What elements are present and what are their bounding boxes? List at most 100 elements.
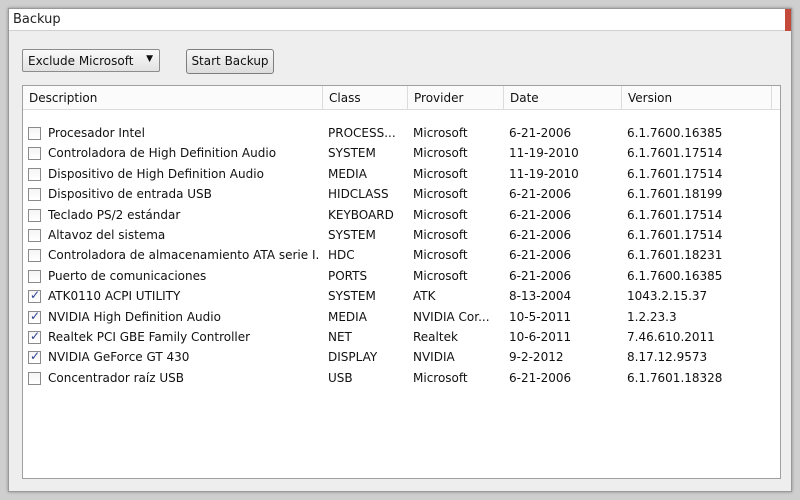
column-header-date[interactable]: Date [504, 86, 622, 110]
table-row[interactable]: Concentrador raíz USB USB Microsoft 6-21-20… [23, 369, 780, 389]
row-checkbox[interactable] [28, 269, 41, 283]
cell-provider: NVIDIA [413, 350, 455, 365]
table-row[interactable]: Controladora de almacenamiento ATA serie… [23, 246, 780, 266]
column-header-version[interactable]: Version [622, 86, 772, 110]
cell-class: SYSTEM [328, 289, 376, 304]
cell-date: 6-21-2006 [509, 248, 572, 263]
cell-description: ATK0110 ACPI UTILITY [48, 289, 181, 304]
row-checkbox[interactable]: ✓ [28, 288, 41, 304]
cell-version: 8.17.12.9573 [627, 350, 708, 365]
cell-provider: ATK [413, 289, 436, 304]
title-bar[interactable]: Backup [9, 9, 791, 31]
table-row[interactable]: ✓ Realtek PCI GBE Family Controller NET Rea… [23, 328, 780, 348]
cell-class: HDC [328, 248, 355, 263]
row-checkbox[interactable]: ✓ [28, 349, 41, 365]
table-row[interactable]: ✓ NVIDIA High Definition Audio MEDIA NVIDIA… [23, 308, 780, 328]
cell-description: Dispositivo de High Definition Audio [48, 166, 264, 181]
cell-description: Concentrador raíz USB [48, 370, 184, 385]
table-row[interactable]: ✓ ATK0110 ACPI UTILITY SYSTEM ATK 8-13-2004 1… [23, 287, 780, 307]
start-backup-button[interactable]: Start Backup [186, 49, 274, 74]
cell-version: 6.1.7600.16385 [627, 126, 723, 140]
cell-provider: Microsoft [413, 370, 468, 385]
close-button-edge[interactable] [785, 9, 791, 31]
cell-description: NVIDIA GeForce GT 430 [48, 350, 190, 365]
cell-date: 9-2-2012 [509, 350, 564, 365]
cell-class: USB [328, 370, 353, 385]
cell-class: PROCESS... [328, 126, 396, 140]
cell-date: 6-21-2006 [509, 227, 572, 242]
cell-class: NET [328, 329, 352, 344]
cell-description: Teclado PS/2 estándar [48, 207, 181, 222]
checkmark-icon: ✓ [30, 288, 41, 303]
cell-provider: Microsoft [413, 207, 468, 222]
cell-provider: Microsoft [413, 227, 468, 242]
cell-class: PORTS [328, 268, 368, 283]
row-checkbox[interactable] [28, 147, 41, 161]
table-row[interactable]: Altavoz del sistema SYSTEM Microsoft 6-21-2… [23, 226, 780, 246]
row-checkbox[interactable]: ✓ [28, 308, 41, 324]
cell-version: 6.1.7600.16385 [627, 268, 723, 283]
row-checkbox[interactable] [28, 127, 41, 140]
cell-provider: Realtek [413, 329, 458, 344]
row-checkbox[interactable] [28, 188, 41, 202]
backup-window: Backup Exclude Microsoft ▼ Start Backup … [8, 8, 792, 492]
cell-version: 6.1.7601.18231 [627, 248, 723, 263]
cell-version: 6.1.7601.17514 [627, 166, 723, 181]
cell-class: MEDIA [328, 309, 367, 324]
list-rows: Procesador Intel PROCESS... Microsoft 6-21-… [23, 124, 780, 389]
filter-dropdown-value: Exclude Microsoft [28, 54, 134, 68]
table-row[interactable]: Controladora de High Definition Audio SYS… [23, 144, 780, 164]
column-header-class[interactable]: Class [323, 86, 408, 110]
table-row[interactable]: Dispositivo de High Definition Audio MEDI… [23, 165, 780, 185]
cell-date: 10-6-2011 [509, 329, 572, 344]
column-header-description[interactable]: Description [23, 86, 323, 110]
chevron-down-icon: ▼ [146, 54, 153, 64]
column-header-provider[interactable]: Provider [408, 86, 504, 110]
cell-description: Dispositivo de entrada USB [48, 187, 212, 202]
table-row[interactable]: Teclado PS/2 estándar KEYBOARD Microsoft 6-… [23, 206, 780, 226]
cell-version: 1043.2.15.37 [627, 289, 708, 304]
cell-provider: Microsoft [413, 166, 468, 181]
cell-date: 6-21-2006 [509, 268, 572, 283]
driver-list[interactable]: Description Class Provider Date Version … [22, 85, 781, 479]
cell-provider: Microsoft [413, 187, 468, 202]
cell-class: SYSTEM [328, 227, 376, 242]
filter-dropdown[interactable]: Exclude Microsoft ▼ [22, 49, 160, 72]
table-row[interactable]: Dispositivo de entrada USB HIDCLASS Micros… [23, 185, 780, 205]
table-row[interactable]: Procesador Intel PROCESS... Microsoft 6-21-… [23, 124, 780, 144]
table-row[interactable]: ✓ NVIDIA GeForce GT 430 DISPLAY NVIDIA 9-2-2… [23, 348, 780, 368]
cell-version: 1.2.23.3 [627, 309, 677, 324]
cell-version: 6.1.7601.17514 [627, 207, 723, 222]
row-checkbox[interactable] [28, 167, 41, 181]
cell-provider: Microsoft [413, 146, 468, 161]
cell-version: 6.1.7601.17514 [627, 227, 723, 242]
checkmark-icon: ✓ [30, 308, 41, 323]
row-checkbox[interactable]: ✓ [28, 328, 41, 344]
cell-description: Controladora de High Definition Audio [48, 146, 277, 161]
cell-class: HIDCLASS [328, 187, 389, 202]
cell-description: Puerto de comunicaciones [48, 268, 207, 283]
cell-description: Procesador Intel [48, 126, 145, 140]
cell-date: 10-5-2011 [509, 309, 572, 324]
window-title: Backup [13, 12, 61, 27]
row-checkbox[interactable] [28, 371, 41, 385]
cell-class: MEDIA [328, 166, 367, 181]
row-checkbox[interactable] [28, 208, 41, 222]
checkmark-icon: ✓ [30, 349, 41, 364]
list-header: Description Class Provider Date Version [23, 86, 780, 110]
cell-date: 8-13-2004 [509, 289, 572, 304]
cell-date: 11-19-2010 [509, 146, 579, 161]
cell-description: Realtek PCI GBE Family Controller [48, 329, 251, 344]
cell-provider: Microsoft [413, 268, 468, 283]
cell-date: 6-21-2006 [509, 370, 572, 385]
cell-version: 6.1.7601.18328 [627, 370, 723, 385]
row-checkbox[interactable] [28, 228, 41, 242]
cell-description: NVIDIA High Definition Audio [48, 309, 221, 324]
cell-date: 6-21-2006 [509, 187, 572, 202]
checkmark-icon: ✓ [30, 328, 41, 343]
cell-provider: Microsoft [413, 126, 468, 140]
cell-version: 6.1.7601.18199 [627, 187, 723, 202]
table-row[interactable]: Puerto de comunicaciones PORTS Microsoft 6-… [23, 267, 780, 287]
cell-provider: Microsoft [413, 248, 468, 263]
row-checkbox[interactable] [28, 249, 41, 263]
